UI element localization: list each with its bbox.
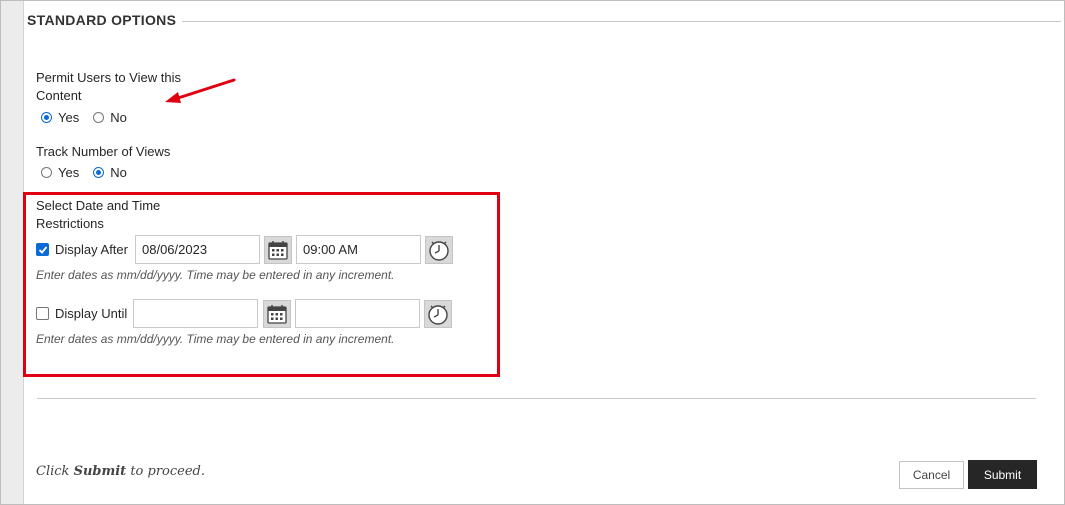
instruction-bold: Submit	[73, 464, 127, 479]
submit-instruction: Click Submit to proceed.	[36, 464, 205, 479]
permit-label-line2: Content	[36, 88, 82, 103]
track-no-radio[interactable]	[93, 167, 105, 178]
display-until-date-input[interactable]	[133, 299, 258, 328]
display-after-time-input[interactable]: 09:00 AM	[296, 235, 421, 264]
clock-icon	[429, 241, 449, 261]
permit-no-label[interactable]: No	[110, 110, 127, 125]
display-after-date-input[interactable]: 08/06/2023	[135, 235, 260, 264]
restrictions-label: Select Date and Time Restrictions	[36, 197, 160, 233]
calendar-icon	[267, 305, 287, 324]
clock-icon	[428, 305, 448, 325]
track-label: Track Number of Views	[36, 144, 171, 159]
display-after-hint: Enter dates as mm/dd/yyyy. Time may be e…	[36, 268, 395, 282]
section-title-divider	[182, 21, 1061, 22]
permit-label: Permit Users to View this Content	[36, 69, 181, 105]
restrictions-label-line1: Select Date and Time	[36, 198, 161, 213]
calendar-icon	[268, 241, 288, 260]
permit-yes-label[interactable]: Yes	[58, 110, 79, 125]
display-after-calendar-button[interactable]	[264, 236, 292, 264]
display-until-label[interactable]: Display Until	[55, 306, 127, 321]
display-until-checkbox[interactable]	[36, 307, 49, 320]
track-yes-label[interactable]: Yes	[58, 165, 79, 180]
permit-yes-radio[interactable]	[41, 112, 52, 123]
permit-label-line1: Permit Users to View this	[36, 70, 181, 85]
annotation-arrow-icon	[165, 78, 236, 103]
display-until-time-input[interactable]	[295, 299, 420, 328]
display-after-checkbox[interactable]	[36, 243, 49, 256]
content-frame: STANDARD OPTIONS Permit Users to View th…	[0, 0, 1065, 505]
display-after-row: Display After	[36, 242, 128, 257]
track-radio-group: Yes No	[41, 165, 127, 180]
display-until-calendar-button[interactable]	[263, 300, 291, 328]
display-until-row: Display Until	[36, 306, 127, 321]
track-yes-radio[interactable]	[41, 167, 52, 178]
checkmark-icon	[38, 245, 47, 254]
display-until-clock-button[interactable]	[424, 300, 452, 328]
permit-no-radio[interactable]	[93, 112, 105, 123]
permit-radio-group: Yes No	[41, 110, 127, 125]
display-after-label[interactable]: Display After	[55, 242, 128, 257]
instruction-prefix: Click	[36, 464, 74, 479]
footer-divider	[37, 398, 1036, 399]
restrictions-label-line2: Restrictions	[36, 216, 104, 231]
track-no-label[interactable]: No	[110, 165, 127, 180]
section-title: STANDARD OPTIONS	[27, 12, 177, 28]
display-after-clock-button[interactable]	[425, 236, 453, 264]
display-until-hint: Enter dates as mm/dd/yyyy. Time may be e…	[36, 332, 395, 346]
cancel-button[interactable]: Cancel	[899, 461, 964, 489]
submit-button[interactable]: Submit	[968, 460, 1037, 489]
instruction-suffix: to proceed.	[126, 464, 206, 479]
left-gutter	[1, 1, 24, 504]
